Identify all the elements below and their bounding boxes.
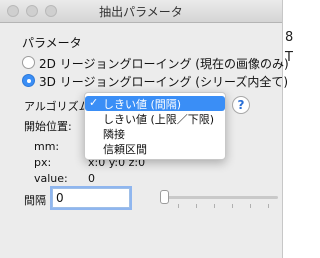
px-label: px: (34, 156, 52, 169)
interval-slider-track[interactable] (162, 196, 278, 199)
menu-item-label: 信頼区間 (103, 143, 147, 156)
title-bar[interactable]: 抽出パラメータ (0, 0, 282, 23)
radio-3d-label[interactable]: 3D リージョングローイング (シリーズ内全て) (39, 73, 288, 90)
slider-tick (214, 204, 215, 208)
radio-2d-region-growing[interactable] (22, 56, 35, 69)
menu-item-threshold-interval[interactable]: ✓ しきい値 (間隔) (85, 96, 225, 111)
help-button[interactable]: ? (232, 96, 250, 114)
menu-item-threshold-upper-lower[interactable]: しきい値 (上限／下限) (85, 111, 225, 126)
slider-tick (196, 204, 197, 208)
menu-item-adjacent[interactable]: 隣接 (85, 126, 225, 141)
menu-item-label: 隣接 (103, 128, 125, 141)
window-title: 抽出パラメータ (99, 5, 183, 19)
algorithm-label: アルゴリズム: (24, 100, 94, 113)
interval-label: 間隔 (24, 194, 46, 207)
start-position-label: 開始位置: (24, 120, 72, 133)
slider-tick (268, 204, 269, 208)
checkmark-icon: ✓ (89, 96, 99, 109)
menu-item-label: しきい値 (上限／下限) (103, 113, 215, 126)
mm-label: mm: (34, 140, 60, 153)
section-label-parameters: パラメータ (22, 36, 82, 50)
slider-tick (178, 204, 179, 208)
radio-2d-label[interactable]: 2D リージョングローイング (現在の画像のみ) (39, 55, 289, 72)
value-label: value: (34, 172, 68, 185)
radio-3d-region-growing[interactable] (22, 74, 35, 87)
extraction-parameters-window: 抽出パラメータ パラメータ 2D リージョングローイング (現在の画像のみ) 3… (0, 0, 289, 258)
algorithm-dropdown-menu: ✓ しきい値 (間隔) しきい値 (上限／下限) 隣接 信頼区間 (84, 92, 226, 160)
background-fragment: 8 (285, 30, 294, 45)
value-value: 0 (88, 172, 95, 185)
menu-item-label: しきい値 (間隔) (103, 98, 182, 111)
menu-item-confidence-interval[interactable]: 信頼区間 (85, 141, 225, 156)
slider-tick (250, 204, 251, 208)
screen: 8 T 抽出パラメータ パラメータ 2D リージョングローイング (現在の画像の… (0, 0, 300, 258)
interval-input[interactable]: 0 (52, 188, 130, 208)
interval-slider-thumb[interactable] (160, 190, 169, 204)
slider-tick (232, 204, 233, 208)
